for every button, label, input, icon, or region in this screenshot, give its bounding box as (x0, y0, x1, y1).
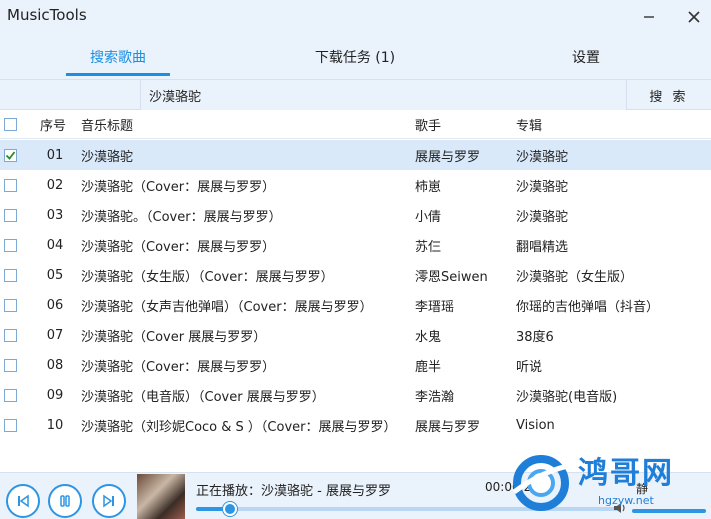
row-num: 03 (46, 207, 64, 223)
check-icon (5, 150, 16, 160)
row-title: 沙漠骆驼（Cover：展展与罗罗） (81, 239, 276, 255)
row-checkbox[interactable] (4, 238, 17, 252)
table-row[interactable]: 10 沙漠骆驼（刘珍妮Coco & S ）（Cover：展展与罗罗） 展展与罗罗 Vi… (0, 410, 711, 440)
row-singer: 小倩 (415, 209, 442, 225)
volume-icon[interactable] (612, 500, 628, 516)
table-row[interactable]: 03 沙漠骆驼。（Cover：展展与罗罗） 小倩 沙漠骆驼 (0, 200, 711, 230)
table-row[interactable]: 08 沙漠骆驼（Cover：展展与罗罗） 鹿半 听说 (0, 350, 711, 380)
row-album: 沙漠骆驼 (516, 209, 569, 225)
header-album: 专辑 (516, 118, 543, 134)
row-title: 沙漠骆驼（女声吉他弹唱）（Cover：展展与罗罗） (81, 299, 373, 315)
select-all-checkbox[interactable] (4, 117, 17, 131)
app-title: MusicTools (7, 6, 87, 24)
row-num: 07 (46, 327, 64, 343)
row-num: 04 (46, 237, 64, 253)
minimize-button[interactable] (638, 6, 660, 28)
row-num: 06 (46, 297, 64, 313)
row-title: 沙漠骆驼。（Cover：展展与罗罗） (81, 209, 282, 225)
row-singer: 苏仨 (415, 239, 442, 255)
row-title: 沙漠骆驼（Cover：展展与罗罗） (81, 179, 276, 195)
header-num: 序号 (40, 118, 67, 134)
row-num: 08 (46, 357, 64, 373)
pause-icon (60, 495, 70, 507)
row-checkbox[interactable] (4, 418, 17, 432)
progress-thumb[interactable] (222, 502, 237, 516)
row-singer: 展展与罗罗 (415, 149, 481, 165)
header-title: 音乐标题 (81, 118, 134, 134)
table-row[interactable]: 09 沙漠骆驼（电音版）（Cover 展展与罗罗） 李浩瀚 沙漠骆驼(电音版) (0, 380, 711, 410)
table-row[interactable]: 04 沙漠骆驼（Cover：展展与罗罗） 苏仨 翻唱精选 (0, 230, 711, 260)
row-singer: 李瑨瑶 (415, 299, 455, 315)
minimize-icon (644, 16, 654, 18)
title-bar: MusicTools (0, 0, 711, 34)
playback-time: 00:00:2 (485, 480, 532, 494)
row-num: 02 (46, 177, 64, 193)
close-icon (688, 11, 700, 23)
row-album: 38度6 (516, 329, 554, 345)
search-button[interactable]: 搜 索 (626, 80, 711, 110)
row-singer: 李浩瀚 (415, 389, 455, 405)
album-cover (137, 474, 185, 519)
row-singer: 澪恩Seiwen (415, 269, 488, 285)
row-album: 沙漠骆驼(电音版) (516, 389, 618, 405)
row-singer: 鹿半 (415, 359, 442, 375)
song-list: 01 沙漠骆驼 展展与罗罗 沙漠骆驼 02 沙漠骆驼（Cover：展展与罗罗） 柿崽 沙漠骆驼… (0, 140, 711, 440)
header-singer: 歌手 (415, 118, 442, 134)
active-tab-indicator (66, 73, 170, 76)
player-bar: 正在播放：沙漠骆驼 - 展展与罗罗 00:00:2 静 (0, 472, 711, 519)
table-row[interactable]: 05 沙漠骆驼（女生版）（Cover：展展与罗罗） 澪恩Seiwen 沙漠骆驼（女生版… (0, 260, 711, 290)
mute-label[interactable]: 静 (636, 480, 648, 497)
now-playing-text: 正在播放：沙漠骆驼 - 展展与罗罗 (196, 484, 391, 499)
row-checkbox[interactable] (4, 298, 17, 312)
row-title: 沙漠骆驼（Cover 展展与罗罗） (81, 329, 267, 345)
row-num: 10 (46, 417, 64, 433)
table-row[interactable]: 01 沙漠骆驼 展展与罗罗 沙漠骆驼 (0, 140, 711, 170)
row-checkbox[interactable] (4, 358, 17, 372)
row-checkbox[interactable] (4, 208, 17, 222)
row-album: 听说 (516, 359, 543, 375)
row-album: 沙漠骆驼（女生版） (516, 269, 634, 285)
table-header: 序号 音乐标题 歌手 专辑 (0, 110, 711, 139)
search-bar: 搜 索 (0, 80, 711, 110)
progress-slider[interactable] (196, 502, 620, 516)
next-icon (103, 494, 114, 508)
row-album: 你瑶的吉他弹唱（抖音） (516, 299, 660, 315)
row-singer: 展展与罗罗 (415, 419, 481, 435)
search-input[interactable] (140, 80, 626, 110)
row-checkbox[interactable] (4, 268, 17, 282)
row-singer: 柿崽 (415, 179, 442, 195)
row-num: 01 (46, 147, 64, 163)
table-row[interactable]: 07 沙漠骆驼（Cover 展展与罗罗） 水鬼 38度6 (0, 320, 711, 350)
table-row[interactable]: 06 沙漠骆驼（女声吉他弹唱）（Cover：展展与罗罗） 李瑨瑶 你瑶的吉他弹唱（抖音… (0, 290, 711, 320)
next-button[interactable] (92, 484, 126, 518)
pause-button[interactable] (48, 484, 82, 518)
row-checkbox[interactable] (4, 148, 17, 162)
table-row[interactable]: 02 沙漠骆驼（Cover：展展与罗罗） 柿崽 沙漠骆驼 (0, 170, 711, 200)
close-button[interactable] (683, 6, 705, 28)
row-title: 沙漠骆驼（女生版）（Cover：展展与罗罗） (81, 269, 334, 285)
row-checkbox[interactable] (4, 178, 17, 192)
row-checkbox[interactable] (4, 388, 17, 402)
row-num: 09 (46, 387, 64, 403)
previous-button[interactable] (6, 484, 40, 518)
row-title: 沙漠骆驼（刘珍妮Coco & S ）（Cover：展展与罗罗） (81, 419, 397, 435)
row-checkbox[interactable] (4, 328, 17, 342)
row-title: 沙漠骆驼（Cover：展展与罗罗） (81, 359, 276, 375)
tab-download-tasks[interactable]: 下载任务 (1) (290, 34, 420, 80)
row-album: 沙漠骆驼 (516, 179, 569, 195)
volume-slider[interactable] (632, 509, 706, 513)
row-album: 沙漠骆驼 (516, 149, 569, 165)
row-album: Vision (516, 417, 555, 433)
previous-icon (18, 494, 29, 508)
tab-settings[interactable]: 设置 (550, 34, 622, 80)
row-singer: 水鬼 (415, 329, 442, 345)
row-title: 沙漠骆驼 (81, 149, 134, 165)
row-title: 沙漠骆驼（电音版）（Cover 展展与罗罗） (81, 389, 325, 405)
row-num: 05 (46, 267, 64, 283)
row-album: 翻唱精选 (516, 239, 569, 255)
